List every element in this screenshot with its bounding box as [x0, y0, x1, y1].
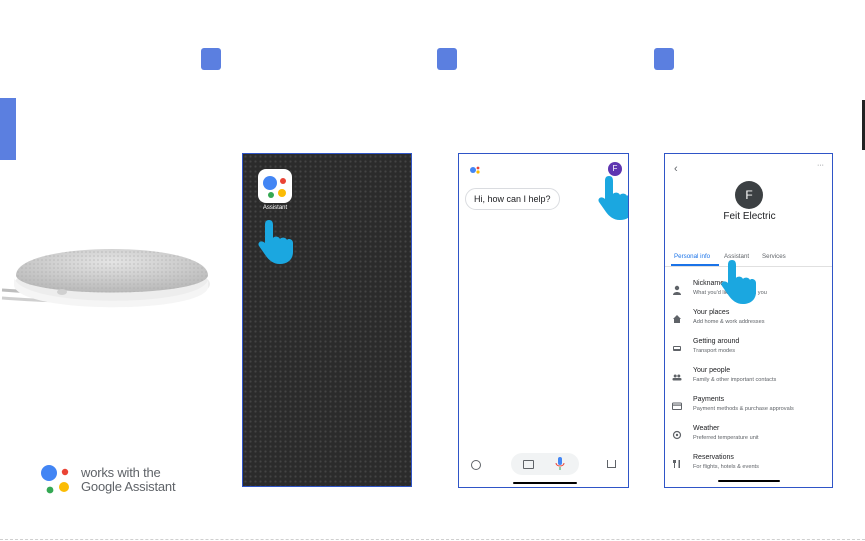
item-subtitle: Add home & work addresses	[693, 319, 765, 325]
explore-icon[interactable]	[471, 460, 481, 470]
item-title: Your places	[693, 309, 730, 316]
step-1-badge	[201, 48, 221, 70]
item-title: Weather	[693, 425, 720, 432]
google-assistant-logo: works with the Google Assistant	[40, 462, 200, 498]
more-options-icon[interactable]: ···	[817, 162, 824, 169]
profile-name: Feit Electric	[723, 211, 776, 222]
back-arrow-icon[interactable]: ‹	[674, 163, 678, 175]
item-subtitle: Transport modes	[693, 348, 736, 354]
card-icon	[672, 402, 682, 410]
assistant-app-icon[interactable]	[258, 169, 292, 203]
person-icon	[673, 285, 681, 295]
home-indicator	[718, 480, 780, 482]
step-3-badge	[654, 48, 674, 70]
list-item-your-people[interactable]: Your people Family & other important con…	[665, 366, 832, 394]
list-item-getting-around[interactable]: Getting around Transport modes	[665, 337, 832, 365]
list-item-payments[interactable]: Payments Payment methods & purchase appr…	[665, 395, 832, 423]
car-icon	[673, 346, 681, 351]
keyboard-icon[interactable]	[523, 460, 534, 469]
tap-hand-icon	[721, 260, 756, 304]
item-title: Your people	[693, 367, 731, 374]
tap-hand-icon	[258, 220, 293, 264]
tab-services[interactable]: Services	[762, 253, 786, 260]
greeting-bubble: Hi, how can I help?	[465, 188, 560, 210]
assistant-dots-icon	[41, 465, 69, 494]
list-item-weather[interactable]: Weather Preferred temperature unit	[665, 424, 832, 452]
logo-line-1: works with the	[81, 465, 161, 480]
home-indicator	[513, 482, 577, 484]
tap-hand-icon	[598, 176, 628, 220]
item-subtitle: Family & other important contacts	[693, 377, 777, 383]
people-icon	[672, 374, 682, 381]
side-tab-left	[0, 98, 16, 160]
tab-personal-info[interactable]: Personal info	[674, 253, 710, 260]
logo-line-2: Google Assistant	[81, 479, 176, 494]
input-pill[interactable]	[511, 453, 579, 475]
phone-screen-home: Assistant	[242, 153, 412, 487]
updates-icon[interactable]	[607, 460, 616, 468]
step-2-badge	[437, 48, 457, 70]
phone-screen-assistant: F Hi, how can I help?	[458, 153, 629, 488]
microphone-icon[interactable]	[555, 457, 565, 471]
restaurant-icon	[673, 460, 680, 468]
item-subtitle: Payment methods & purchase approvals	[693, 406, 794, 412]
phone-screen-profile: ‹ ··· F Feit Electric Personal info Assi…	[664, 153, 833, 488]
item-subtitle: For flights, hotels & events	[693, 464, 759, 470]
home-icon	[673, 315, 681, 323]
list-item-your-places[interactable]: Your places Add home & work addresses	[665, 308, 832, 336]
weather-icon	[672, 430, 682, 440]
item-title: Getting around	[693, 338, 740, 345]
bottom-dashed-line	[0, 539, 865, 540]
smart-speaker-image	[0, 218, 210, 334]
item-subtitle: Preferred temperature unit	[693, 435, 759, 441]
item-title: Payments	[693, 396, 725, 403]
assistant-dots-icon	[470, 166, 480, 174]
profile-avatar[interactable]: F	[735, 181, 763, 209]
assistant-app-label: Assistant	[262, 205, 288, 211]
list-item-reservations[interactable]: Reservations For flights, hotels & event…	[665, 453, 832, 481]
item-title: Reservations	[693, 454, 734, 461]
